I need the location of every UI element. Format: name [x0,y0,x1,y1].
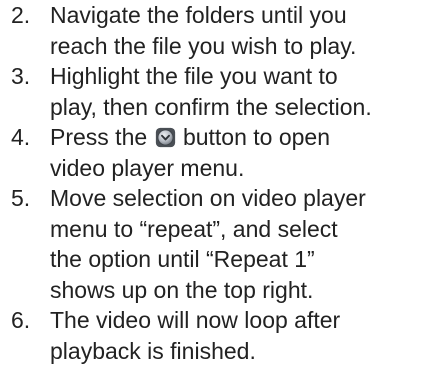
step-text-line: play, then confirm the selection. [50,93,372,120]
step-text-line: Move selection on video player [50,185,366,211]
step-text-line: the option until “Repeat 1” [50,246,315,272]
step-text-line: shows up on the top right. [50,276,314,303]
step-text-line: The video will now loop after [50,307,341,333]
step-text: The video will now loop after playback i… [50,305,428,366]
down-chevron-circle-button-icon [155,127,175,148]
step-3: 3. Highlight the file you want to play, … [0,61,428,122]
step-text-line: video player menu. [50,154,245,181]
step-text-segment: button to open [182,124,331,150]
step-text-line: Highlight the file you want to [50,63,338,89]
step-text: Navigate the folders until you reach the… [50,0,428,61]
step-text-line: Press the button to open [50,122,428,153]
step-4: 4. Press the button to open video player… [0,122,428,183]
step-text: Press the button to open video player me… [50,122,428,183]
instruction-list: 2. Navigate the folders until you reach … [0,0,428,383]
step-number: 3. [11,63,31,89]
step-5: 5. Move selection on video player menu t… [0,183,428,305]
step-6: 6. The video will now loop after playbac… [0,305,428,366]
step-text-segment: Press the [50,124,148,150]
step-number: 2. [11,2,31,28]
step-number: 6. [11,307,31,333]
step-number: 5. [11,185,31,211]
step-text: Move selection on video player menu to “… [50,183,428,305]
step-text-line: playback is finished. [50,337,256,364]
step-2: 2. Navigate the folders until you reach … [0,0,428,61]
step-text-line: Navigate the folders until you [50,2,347,28]
step-text-line: reach the file you wish to play. [50,32,357,59]
step-number: 4. [11,124,31,150]
step-text: Highlight the file you want to play, the… [50,61,428,122]
step-text-line: menu to “repeat”, and select [50,215,338,242]
